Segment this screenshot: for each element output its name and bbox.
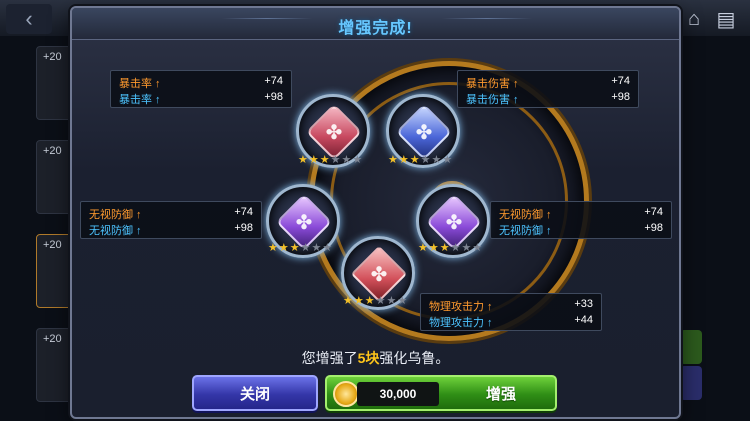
stat-value: +98 [611, 91, 630, 103]
message-count: 5块 [357, 350, 380, 366]
stat-value: +74 [611, 75, 630, 87]
background-item-slot: +20 [36, 328, 74, 402]
gem-stars: ★★★★★★ [298, 153, 370, 166]
star-filled-icon: ★ [308, 154, 320, 166]
stat-box-ignore-defense-left: 无视防御 ↑ +74 无视防御 ↑ +98 [80, 201, 262, 239]
stat-label: 暴击率 ↑ [119, 94, 161, 106]
gem-stars: ★★★★★★ [268, 241, 340, 254]
star-empty-icon: ★ [300, 242, 312, 254]
item-level: +20 [43, 333, 62, 345]
stat-value: +74 [234, 206, 253, 218]
stat-label: 暴击伤害 ↑ [466, 94, 519, 106]
gem-stars: ★★★★★★ [418, 241, 490, 254]
star-filled-icon: ★ [278, 242, 290, 254]
stat-box-crit-rate: 暴击率 ↑ +74 暴击率 ↑ +98 [110, 70, 292, 108]
modal-header: 增强完成! [72, 8, 679, 40]
enhance-button[interactable]: 30,000 增强 [325, 375, 557, 411]
stat-box-physical-attack: 物理攻击力 ↑ +33 物理攻击力 ↑ +44 [420, 293, 602, 331]
stat-value: +74 [644, 206, 663, 218]
stat-row: 物理攻击力 ↑ +44 [421, 314, 601, 329]
star-empty-icon: ★ [397, 295, 409, 307]
star-empty-icon: ★ [341, 154, 353, 166]
background-green-button [680, 330, 702, 364]
star-empty-icon: ★ [311, 242, 323, 254]
stat-row: 无视防御 ↑ +98 [491, 222, 671, 237]
star-empty-icon: ★ [352, 154, 364, 166]
star-filled-icon: ★ [418, 242, 429, 254]
background-item-slot: +20 [36, 140, 74, 214]
star-empty-icon: ★ [322, 242, 334, 254]
star-filled-icon: ★ [439, 242, 451, 254]
enhance-cost: 30,000 [357, 382, 439, 406]
star-filled-icon: ★ [298, 154, 309, 166]
stat-value: +44 [574, 314, 593, 326]
enhance-label: 增强 [485, 385, 516, 403]
star-filled-icon: ★ [268, 242, 279, 254]
stat-label: 暴击率 ↑ [119, 78, 161, 90]
star-filled-icon: ★ [388, 154, 399, 166]
star-empty-icon: ★ [420, 154, 432, 166]
star-empty-icon: ★ [461, 242, 473, 254]
stat-box-ignore-defense-right: 无视防御 ↑ +74 无视防御 ↑ +98 [490, 201, 672, 239]
star-filled-icon: ★ [398, 154, 410, 166]
background-item-slot: +20 [36, 234, 74, 308]
stat-row: 物理攻击力 ↑ +33 [421, 298, 601, 313]
close-button[interactable]: 关闭 [192, 375, 318, 411]
star-filled-icon: ★ [428, 242, 440, 254]
stat-row: 暴击伤害 ↑ +98 [458, 91, 638, 106]
star-filled-icon: ★ [353, 295, 365, 307]
stat-value: +98 [264, 91, 283, 103]
stat-label: 无视防御 ↑ [499, 225, 552, 237]
stat-row: 无视防御 ↑ +74 [81, 206, 261, 221]
gem-stars: ★★★★★★ [388, 153, 460, 166]
result-message: 您增强了5块强化乌鲁。 [72, 348, 679, 368]
message-prefix: 您增强了 [301, 350, 358, 366]
star-empty-icon: ★ [386, 295, 398, 307]
stat-row: 无视防御 ↑ +98 [81, 222, 261, 237]
enhance-result-modal: 增强完成! ✧ ✤ ★★★★★★ ✤ ★★★★★★ ✤ ★★★★★★ ✤ ★★★… [70, 6, 681, 419]
stat-row: 暴击率 ↑ +74 [111, 75, 291, 90]
modal-title: 增强完成! [338, 20, 413, 37]
stat-label: 无视防御 ↑ [499, 209, 552, 221]
item-level: +20 [43, 51, 62, 63]
stat-value: +74 [264, 75, 283, 87]
star-empty-icon: ★ [431, 154, 443, 166]
stat-label: 暴击伤害 ↑ [466, 78, 519, 90]
stat-value: +98 [644, 222, 663, 234]
item-level: +20 [43, 239, 62, 251]
background-item-slot: +20 [36, 46, 74, 120]
star-empty-icon: ★ [472, 242, 484, 254]
stat-row: 暴击伤害 ↑ +74 [458, 75, 638, 90]
chat-icon[interactable]: ▤ [712, 6, 740, 32]
stat-box-crit-damage: 暴击伤害 ↑ +74 暴击伤害 ↑ +98 [457, 70, 639, 108]
stat-label: 无视防御 ↑ [89, 209, 142, 221]
star-empty-icon: ★ [330, 154, 342, 166]
message-suffix: 强化乌鲁。 [379, 350, 450, 366]
stat-row: 无视防御 ↑ +74 [491, 206, 671, 221]
stat-label: 无视防御 ↑ [89, 225, 142, 237]
background-blue-button [680, 366, 702, 400]
star-filled-icon: ★ [319, 154, 331, 166]
gold-coin-icon [333, 381, 359, 407]
star-empty-icon: ★ [450, 242, 462, 254]
stat-value: +33 [574, 298, 593, 310]
stat-label: 物理攻击力 ↑ [429, 301, 493, 313]
stat-row: 暴击率 ↑ +98 [111, 91, 291, 106]
star-empty-icon: ★ [375, 295, 387, 307]
item-level: +20 [43, 145, 62, 157]
star-filled-icon: ★ [409, 154, 421, 166]
star-filled-icon: ★ [364, 295, 376, 307]
star-filled-icon: ★ [289, 242, 301, 254]
gem-stars: ★★★★★★ [343, 294, 415, 307]
stat-value: +98 [234, 222, 253, 234]
star-empty-icon: ★ [442, 154, 454, 166]
stat-label: 物理攻击力 ↑ [429, 317, 493, 329]
star-filled-icon: ★ [343, 295, 354, 307]
back-arrow-icon[interactable]: ‹ [6, 4, 52, 34]
home-icon[interactable]: ⌂ [680, 6, 708, 32]
